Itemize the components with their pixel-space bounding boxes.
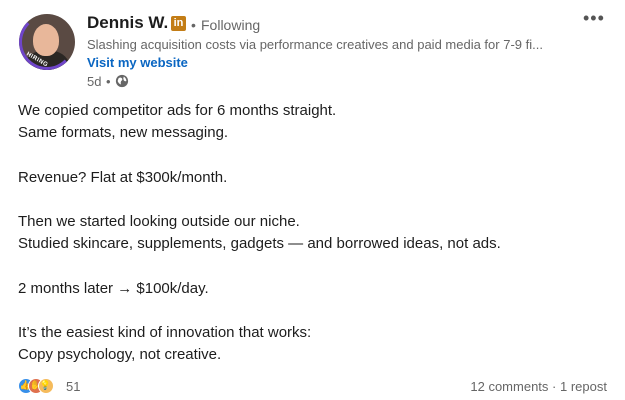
connection-separator: • <box>191 17 196 33</box>
post-line: Studied skincare, supplements, gadgets —… <box>18 235 501 253</box>
linkedin-premium-icon: in <box>171 16 186 31</box>
post-line: It’s the easiest kind of innovation that… <box>18 323 312 341</box>
post-line: Copy psychology, not creative. <box>18 346 222 364</box>
comments-count-link[interactable]: 12 comments <box>470 379 548 394</box>
visit-website-link[interactable]: Visit my website <box>87 55 188 70</box>
reposts-count-link[interactable]: 1 repost <box>560 379 607 394</box>
author-name[interactable]: Dennis W. <box>87 13 168 33</box>
post-line: We copied competitor ads for 6 months st… <box>18 102 337 119</box>
more-options-icon[interactable]: ••• <box>583 8 605 29</box>
feed-post: HIRING Dennis W. in • Following Slashing… <box>0 0 625 400</box>
post-line: Revenue? Flat at $300k/month. <box>18 168 228 186</box>
author-headline[interactable]: Slashing acquisition costs via performan… <box>87 37 567 52</box>
connection-status: Following <box>201 17 261 33</box>
avatar[interactable]: HIRING <box>19 14 75 70</box>
post-text: We copied competitor ads for 6 months st… <box>18 100 608 366</box>
timestamp-separator: • <box>106 74 111 89</box>
globe-icon <box>115 74 129 88</box>
post-line: Then we started looking outside our nich… <box>18 212 300 230</box>
engagement-separator: · <box>552 379 557 394</box>
post-line: 2 months later → $100k/day. <box>18 279 209 297</box>
post-timestamp[interactable]: 5d <box>87 74 101 89</box>
reaction-count[interactable]: 51 <box>66 379 80 394</box>
engagement-counts: 12 comments · 1 repost <box>470 379 607 394</box>
post-line: Same formats, new messaging. <box>18 124 229 142</box>
insightful-icon: 💡 <box>38 378 54 394</box>
